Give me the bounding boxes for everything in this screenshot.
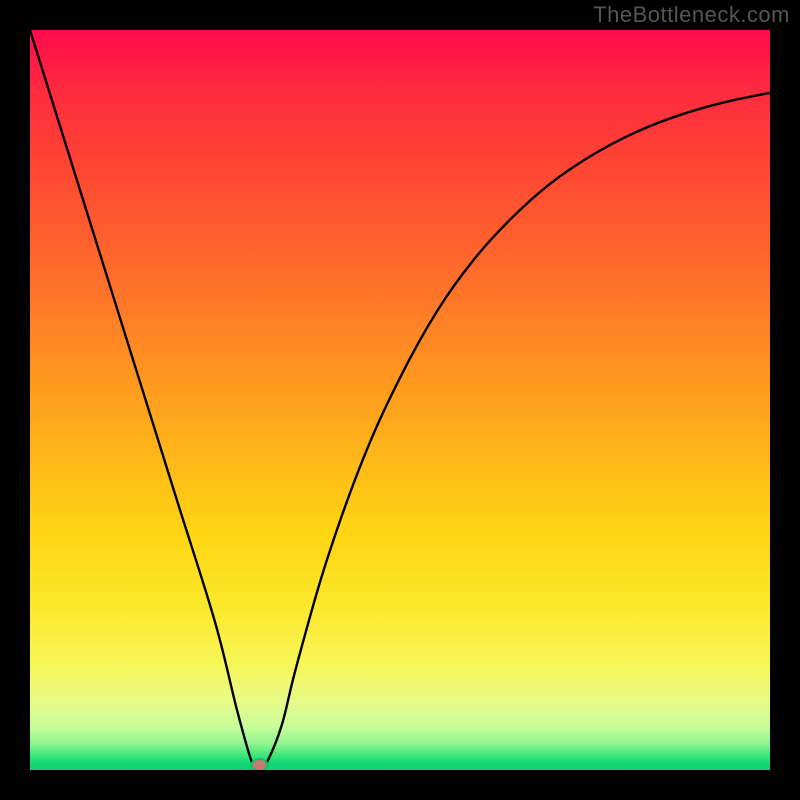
- minimum-marker: [251, 759, 267, 770]
- chart-frame: TheBottleneck.com: [0, 0, 800, 800]
- plot-area: [30, 30, 770, 770]
- site-watermark: TheBottleneck.com: [593, 2, 790, 28]
- bottleneck-curve: [30, 30, 770, 770]
- curve-svg: [30, 30, 770, 770]
